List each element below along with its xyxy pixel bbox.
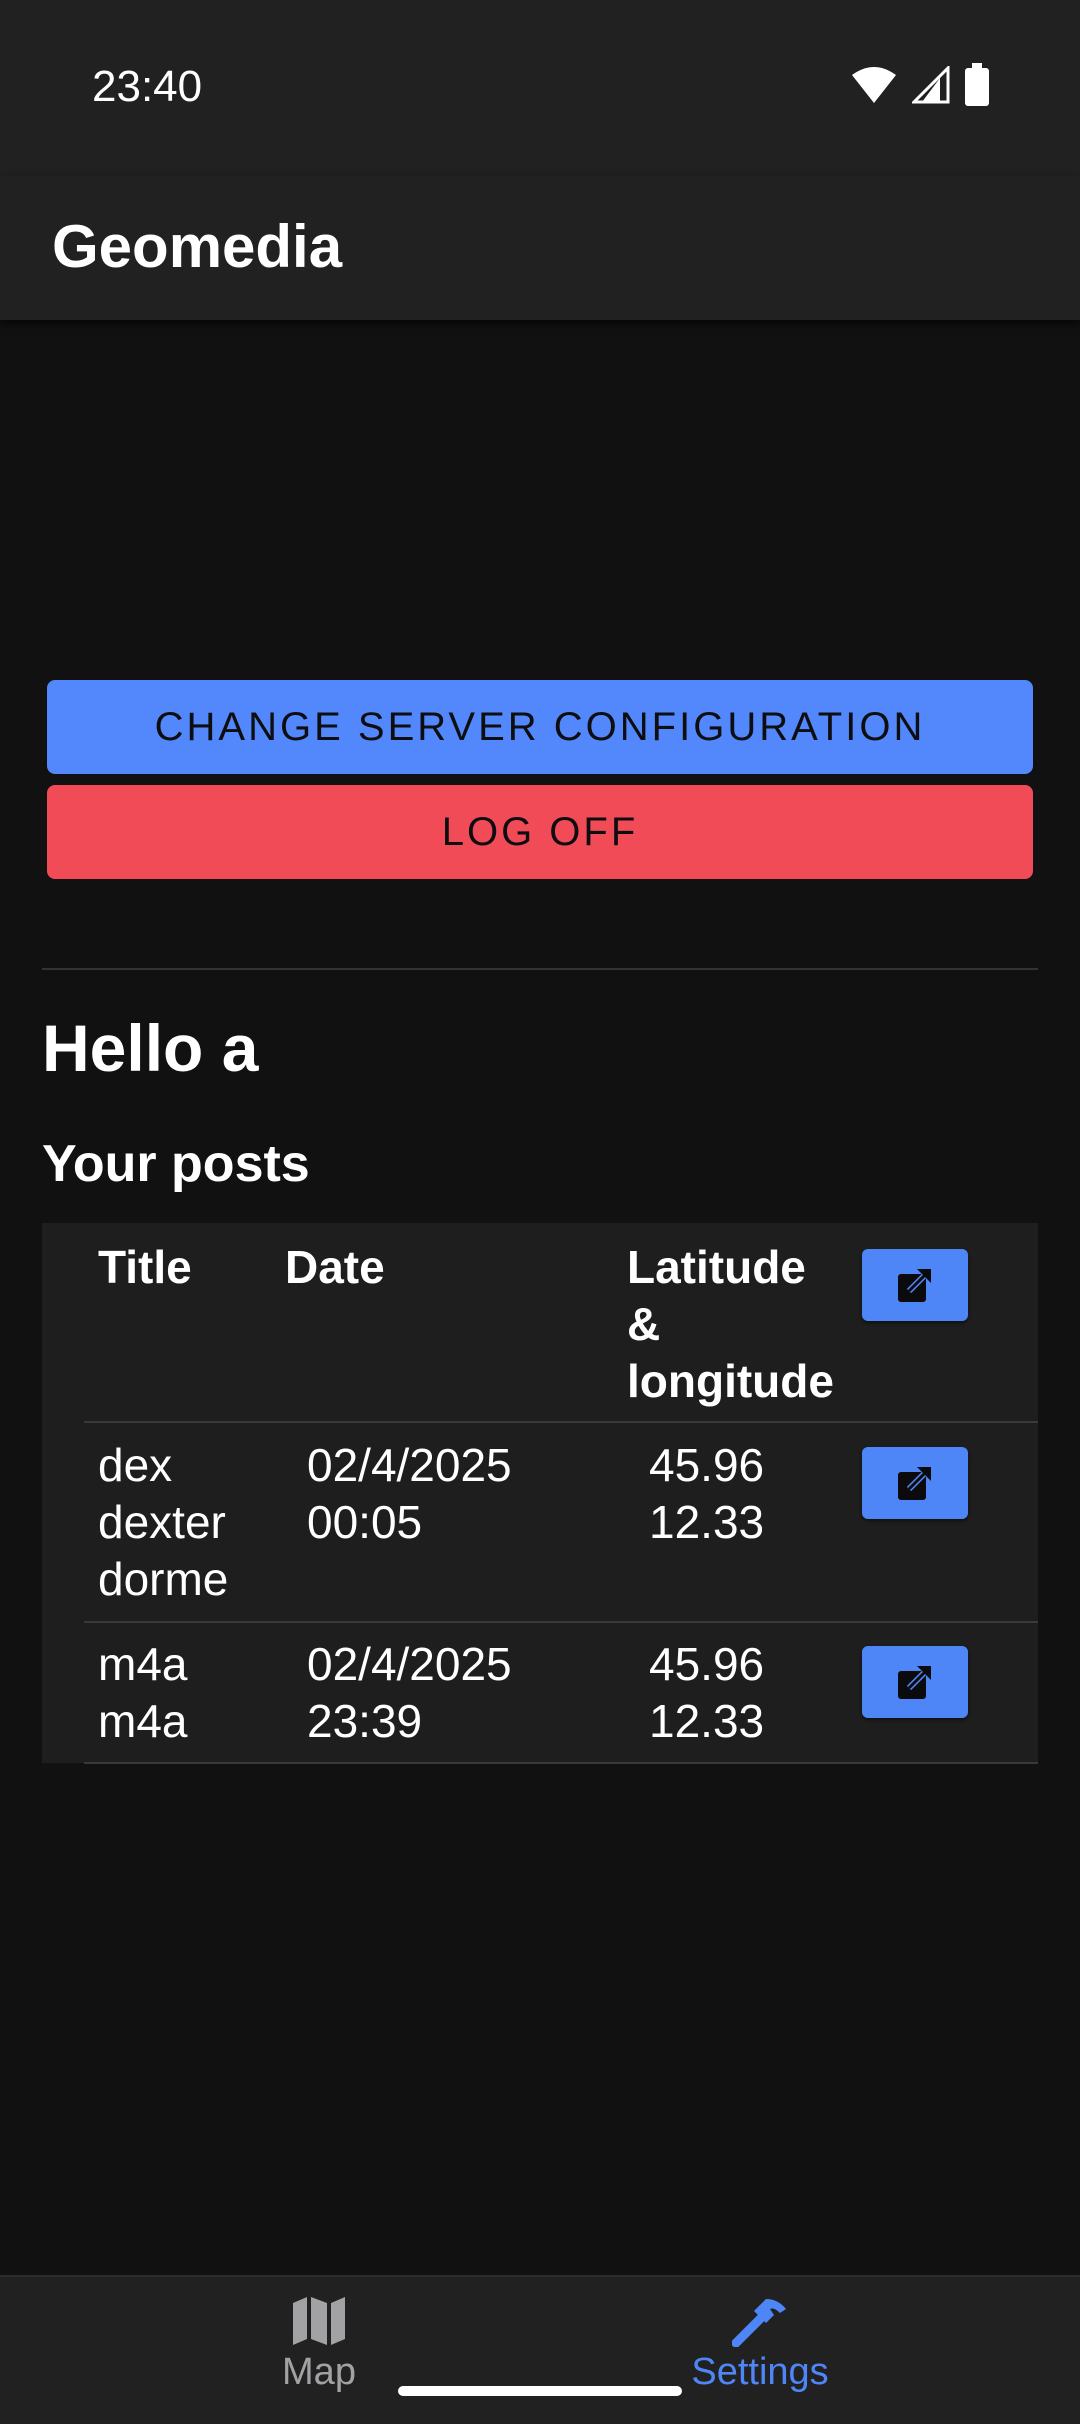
post-date-cell: 02/4/2025 23:39 — [307, 1638, 512, 1747]
post-title-cell: dex dexter dorme — [98, 1439, 229, 1605]
posts-table: Title Date Latitude & longitude dex dext… — [42, 1223, 1038, 1764]
post-coords-cell: 45.96 12.33 — [649, 1638, 765, 1747]
column-header-lat-long: Latitude & longitude — [627, 1241, 834, 1407]
signal-icon — [910, 63, 950, 109]
post-coords-cell: 45.96 12.33 — [649, 1439, 765, 1548]
map-icon — [293, 2297, 345, 2345]
posts-heading: Your posts — [42, 1135, 310, 1193]
settings-screen: 23:40 Geomedia CHANGE SERVER CONFIGURATI… — [0, 0, 1080, 2424]
wifi-icon — [850, 65, 898, 110]
post-date-cell: 02/4/2025 00:05 — [307, 1439, 512, 1548]
column-header-title: Title — [98, 1241, 192, 1293]
greeting-heading: Hello a — [42, 1011, 259, 1085]
status-icons — [850, 62, 990, 112]
open-post-button[interactable] — [862, 1646, 968, 1718]
hammer-icon — [732, 2299, 786, 2347]
row-divider — [84, 1762, 1038, 1764]
column-header-date: Date — [285, 1241, 385, 1293]
external-link-icon — [898, 1268, 932, 1302]
app-title: Geomedia — [52, 213, 343, 280]
status-bar: 23:40 — [0, 0, 1080, 176]
row-divider — [84, 1621, 1038, 1623]
external-link-icon — [898, 1466, 932, 1500]
nav-item-label: Settings — [691, 2351, 829, 2393]
nav-item-label: Map — [282, 2351, 356, 2393]
bottom-navigation: Map Settings — [0, 2275, 1080, 2424]
log-off-button[interactable]: LOG OFF — [47, 785, 1033, 879]
change-server-configuration-button[interactable]: CHANGE SERVER CONFIGURATION — [47, 680, 1033, 774]
status-time: 23:40 — [92, 62, 203, 111]
row-divider — [84, 1421, 1038, 1423]
open-all-posts-button[interactable] — [862, 1249, 968, 1321]
battery-icon — [964, 62, 990, 112]
nav-item-settings[interactable]: Settings — [660, 2295, 860, 2394]
section-divider — [42, 968, 1038, 970]
post-title-cell: m4a m4a — [98, 1638, 188, 1747]
open-post-button[interactable] — [862, 1447, 968, 1519]
external-link-icon — [898, 1665, 932, 1699]
nav-item-map[interactable]: Map — [219, 2295, 419, 2394]
home-indicator[interactable] — [398, 2386, 682, 2396]
app-bar: Geomedia — [0, 176, 1080, 320]
